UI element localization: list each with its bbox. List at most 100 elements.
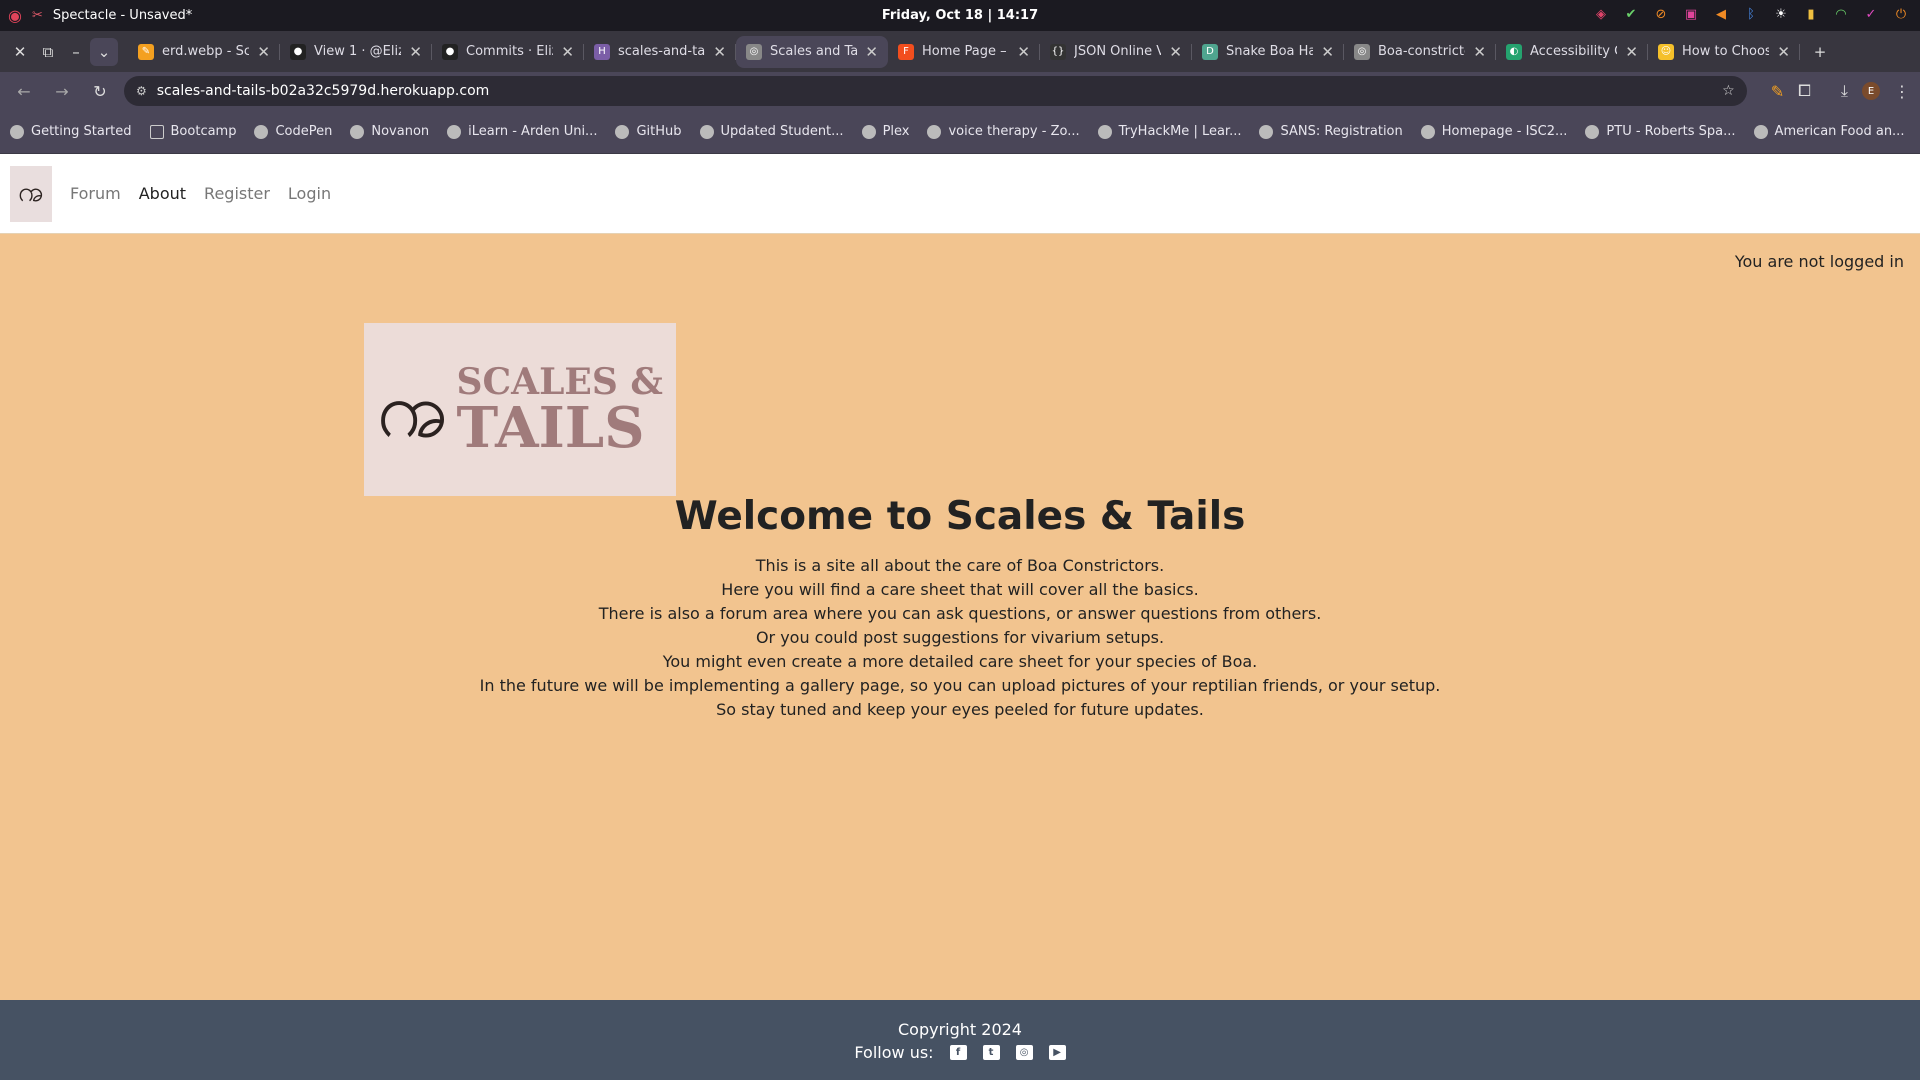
a-icon [447, 124, 462, 139]
bookmark-label: iLearn - Arden Uni... [468, 124, 598, 139]
close-tab-icon[interactable]: ✕ [1777, 43, 1790, 61]
site-logo[interactable]: ꩠ [10, 165, 52, 222]
globe-icon [1585, 124, 1600, 139]
browser-tab[interactable]: ● View 1 · @Eliz ✕ [280, 36, 432, 68]
forward-icon[interactable]: → [48, 77, 76, 105]
browser-tab[interactable]: ◎ Boa-constricto ✕ [1344, 36, 1496, 68]
battery-icon[interactable]: ▮ [1802, 5, 1820, 23]
power-icon[interactable]: ⏻ [1892, 5, 1910, 23]
facebook-icon[interactable]: f [949, 1045, 967, 1060]
tab-title: View 1 · @Eliz [314, 44, 402, 59]
close-tab-icon[interactable]: ✕ [561, 43, 574, 61]
close-tab-icon[interactable]: ✕ [713, 43, 726, 61]
bookmark-label: Novanon [371, 124, 430, 139]
app-menu-icon[interactable]: ◉ [8, 6, 22, 25]
browser-tab[interactable]: ✎ erd.webp - Sc ✕ [128, 36, 280, 68]
bookmark-item[interactable]: TryHackMe | Lear... [1097, 124, 1242, 139]
bookmark-label: Updated Student... [720, 124, 844, 139]
bookmark-item[interactable]: SANS: Registration [1259, 124, 1403, 139]
tab-search-icon[interactable]: ⌄ [90, 37, 118, 66]
minimize-window-icon[interactable]: – [62, 38, 90, 66]
close-tab-icon[interactable]: ✕ [1321, 43, 1334, 61]
browser-tab[interactable]: ◐ Accessibility C ✕ [1496, 36, 1648, 68]
browser-tab[interactable]: {} JSON Online V ✕ [1040, 36, 1192, 68]
extensions-puzzle-icon[interactable]: ⧠ [1798, 81, 1811, 101]
url-text[interactable]: scales-and-tails-b02a32c5979d.herokuapp.… [157, 83, 490, 99]
browser-tab[interactable]: ● Commits · Eliz ✕ [432, 36, 584, 68]
vpn-icon[interactable]: ◈ [1592, 5, 1610, 23]
network-off-icon[interactable]: ⊘ [1652, 5, 1670, 23]
bookmark-item[interactable]: Plex [861, 124, 910, 139]
bookmark-item[interactable]: Homepage - ISC2... [1420, 124, 1567, 139]
bookmark-label: Getting Started [31, 124, 132, 139]
nav-register[interactable]: Register [204, 184, 270, 203]
globe-icon: ◎ [1354, 43, 1370, 60]
bookmark-item[interactable]: Novanon [350, 124, 429, 139]
address-bar[interactable]: ⚙ scales-and-tails-b02a32c5979d.herokuap… [124, 76, 1747, 106]
close-window-icon[interactable]: ✕ [6, 38, 34, 66]
check-icon[interactable]: ✔ [1622, 5, 1640, 23]
smile-icon: ☺ [1658, 43, 1674, 60]
close-tab-icon[interactable]: ✕ [1473, 43, 1486, 61]
browser-tab[interactable]: F Home Page – I ✕ [888, 36, 1040, 68]
menu-kebab-icon[interactable]: ⋮ [1894, 82, 1910, 101]
close-tab-icon[interactable]: ✕ [1169, 43, 1182, 61]
spectacle-icon: ✂ [31, 8, 43, 23]
twitter-icon[interactable]: t [982, 1045, 1000, 1060]
tab-title: Home Page – I [922, 44, 1010, 59]
bookmark-label: GitHub [636, 124, 682, 139]
back-icon[interactable]: ← [10, 77, 38, 105]
close-tab-icon[interactable]: ✕ [257, 43, 270, 61]
profile-avatar[interactable]: E [1862, 82, 1880, 100]
bookmark-star-icon[interactable]: ☆ [1722, 83, 1735, 99]
browser-tab[interactable]: ◎ Scales and Tai ✕ [736, 35, 888, 68]
close-tab-icon[interactable]: ✕ [409, 43, 422, 61]
globe-icon [1259, 124, 1274, 139]
bookmark-label: Plex [882, 124, 910, 139]
youtube-icon[interactable]: ▶ [1048, 1045, 1066, 1060]
globe-icon [861, 124, 876, 139]
n-icon [350, 124, 365, 139]
browser-tab[interactable]: ☺ How to Choos ✕ [1648, 36, 1800, 68]
nav-about[interactable]: About [139, 184, 186, 203]
bookmark-item[interactable]: PTU - Roberts Spa... [1585, 124, 1736, 139]
tab-title: How to Choos [1682, 44, 1770, 59]
nav-login[interactable]: Login [288, 184, 331, 203]
bookmark-item[interactable]: iLearn - Arden Uni... [447, 124, 597, 139]
tab-title: JSON Online V [1074, 44, 1162, 59]
wifi-icon[interactable]: ◠ [1832, 5, 1850, 23]
bookmark-item[interactable]: voice therapy - Zo... [927, 124, 1080, 139]
extension-icon[interactable]: ✎ [1771, 82, 1784, 101]
bookmark-item[interactable]: Getting Started [10, 124, 132, 139]
globe-icon [10, 124, 24, 139]
bookmark-item[interactable]: GitHub [615, 124, 682, 139]
active-window-title: Spectacle - Unsaved* [52, 8, 193, 23]
instagram-icon[interactable]: ◎ [1015, 1045, 1033, 1060]
bookmark-item[interactable]: Updated Student... [699, 124, 844, 139]
site-info-icon[interactable]: ⚙ [136, 84, 147, 98]
bookmark-item[interactable]: CodePen [254, 124, 332, 139]
close-tab-icon[interactable]: ✕ [1017, 43, 1030, 61]
volume-icon[interactable]: ◀ [1712, 5, 1730, 23]
bookmark-item[interactable]: American Food an... [1753, 124, 1904, 139]
flag-icon [1753, 124, 1768, 139]
calendar-icon[interactable]: ▣ [1682, 5, 1700, 23]
nav-forum[interactable]: Forum [70, 184, 121, 203]
new-tab-icon[interactable]: + [1806, 38, 1834, 66]
brightness-icon[interactable]: ☀ [1772, 5, 1790, 23]
download-icon[interactable]: ⤓ [1841, 81, 1848, 101]
chevron-icon[interactable]: ✓ [1862, 5, 1880, 23]
close-tab-icon[interactable]: ✕ [865, 43, 878, 61]
tab-title: Commits · Eliz [466, 44, 554, 59]
browser-tab[interactable]: D Snake Boa Ha ✕ [1192, 36, 1344, 68]
bookmark-item[interactable]: Bootcamp [149, 124, 236, 139]
tab-title: Snake Boa Ha [1226, 44, 1314, 59]
bookmark-label: TryHackMe | Lear... [1118, 124, 1242, 139]
bluetooth-icon[interactable]: ᛒ [1742, 5, 1760, 23]
snake-icon: ꩠ [377, 364, 449, 455]
close-tab-icon[interactable]: ✕ [1625, 43, 1638, 61]
browser-tab[interactable]: Hscales-and-ta ✕ [584, 36, 736, 68]
restore-window-icon[interactable]: ⧉ [34, 38, 62, 66]
github-icon [615, 124, 630, 139]
reload-icon[interactable]: ↻ [86, 77, 114, 105]
